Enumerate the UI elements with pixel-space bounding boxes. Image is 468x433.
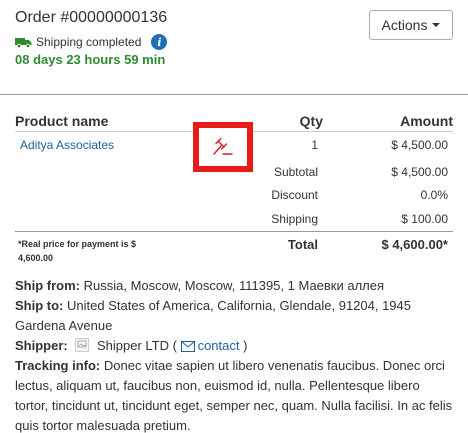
ship-from-label: Ship from: — [15, 278, 80, 293]
ship-to-label: Ship to: — [15, 298, 64, 313]
ship-from-value: Russia, Moscow, Moscow, 111395, 1 Маевки… — [83, 278, 385, 293]
no-image-icon — [75, 338, 90, 352]
discount-label: Discount — [271, 188, 318, 202]
ship-from: Ship from: Russia, Moscow, Moscow, 11139… — [15, 276, 455, 296]
shipper-name: Shipper LTD ( — [96, 338, 177, 353]
discount-value: 0.0% — [420, 188, 448, 202]
contact-link[interactable]: contact — [198, 338, 240, 353]
shipper: Shipper: Shipper LTD ( contact ) — [15, 336, 455, 356]
order-details: Ship from: Russia, Moscow, Moscow, 11139… — [15, 276, 455, 433]
column-header-qty: Qty — [299, 113, 323, 129]
total-label: Total — [287, 237, 318, 252]
total-divider — [15, 231, 453, 232]
gavel-icon — [213, 137, 233, 155]
info-icon[interactable]: i — [151, 34, 168, 50]
chevron-down-icon — [432, 23, 441, 27]
subtotal-value: $ 4,500.00 — [391, 165, 448, 179]
column-header-amount: Amount — [400, 113, 453, 129]
shipping-status-text: Shipping completed — [36, 35, 142, 49]
tracking-info: Tracking info: Donec vitae sapien ut lib… — [15, 356, 455, 433]
total-value: $ 4,600.00* — [381, 237, 448, 252]
ship-to: Ship to: United States of America, Calif… — [15, 296, 455, 336]
actions-button[interactable]: Actions — [369, 10, 453, 40]
price-note: *Real price for payment is $ 4,600.00 — [18, 239, 137, 263]
column-header-product: Product name — [15, 113, 109, 129]
envelope-icon — [180, 341, 195, 352]
shipping-value: $ 100.00 — [401, 212, 448, 226]
shipping-timer: 08 days 23 hours 59 min — [15, 52, 166, 67]
shipping-status: Shipping completed i — [15, 34, 168, 50]
truck-icon — [15, 37, 32, 48]
shipper-close: ) — [243, 338, 248, 353]
section-divider — [0, 94, 468, 95]
shipper-label: Shipper: — [15, 338, 68, 353]
product-link[interactable]: Aditya Associates — [20, 138, 114, 152]
order-title: Order #00000000136 — [15, 9, 168, 26]
tracking-label: Tracking info: — [15, 358, 101, 373]
row-qty: 1 — [311, 138, 318, 152]
ship-to-value: United States of America, California, Gl… — [15, 298, 412, 333]
shipping-label: Shipping — [271, 212, 318, 226]
gavel-highlight[interactable] — [193, 122, 253, 172]
subtotal-label: Subtotal — [273, 165, 318, 179]
actions-button-label: Actions — [381, 17, 428, 33]
row-amount: $ 4,500.00 — [391, 138, 448, 152]
